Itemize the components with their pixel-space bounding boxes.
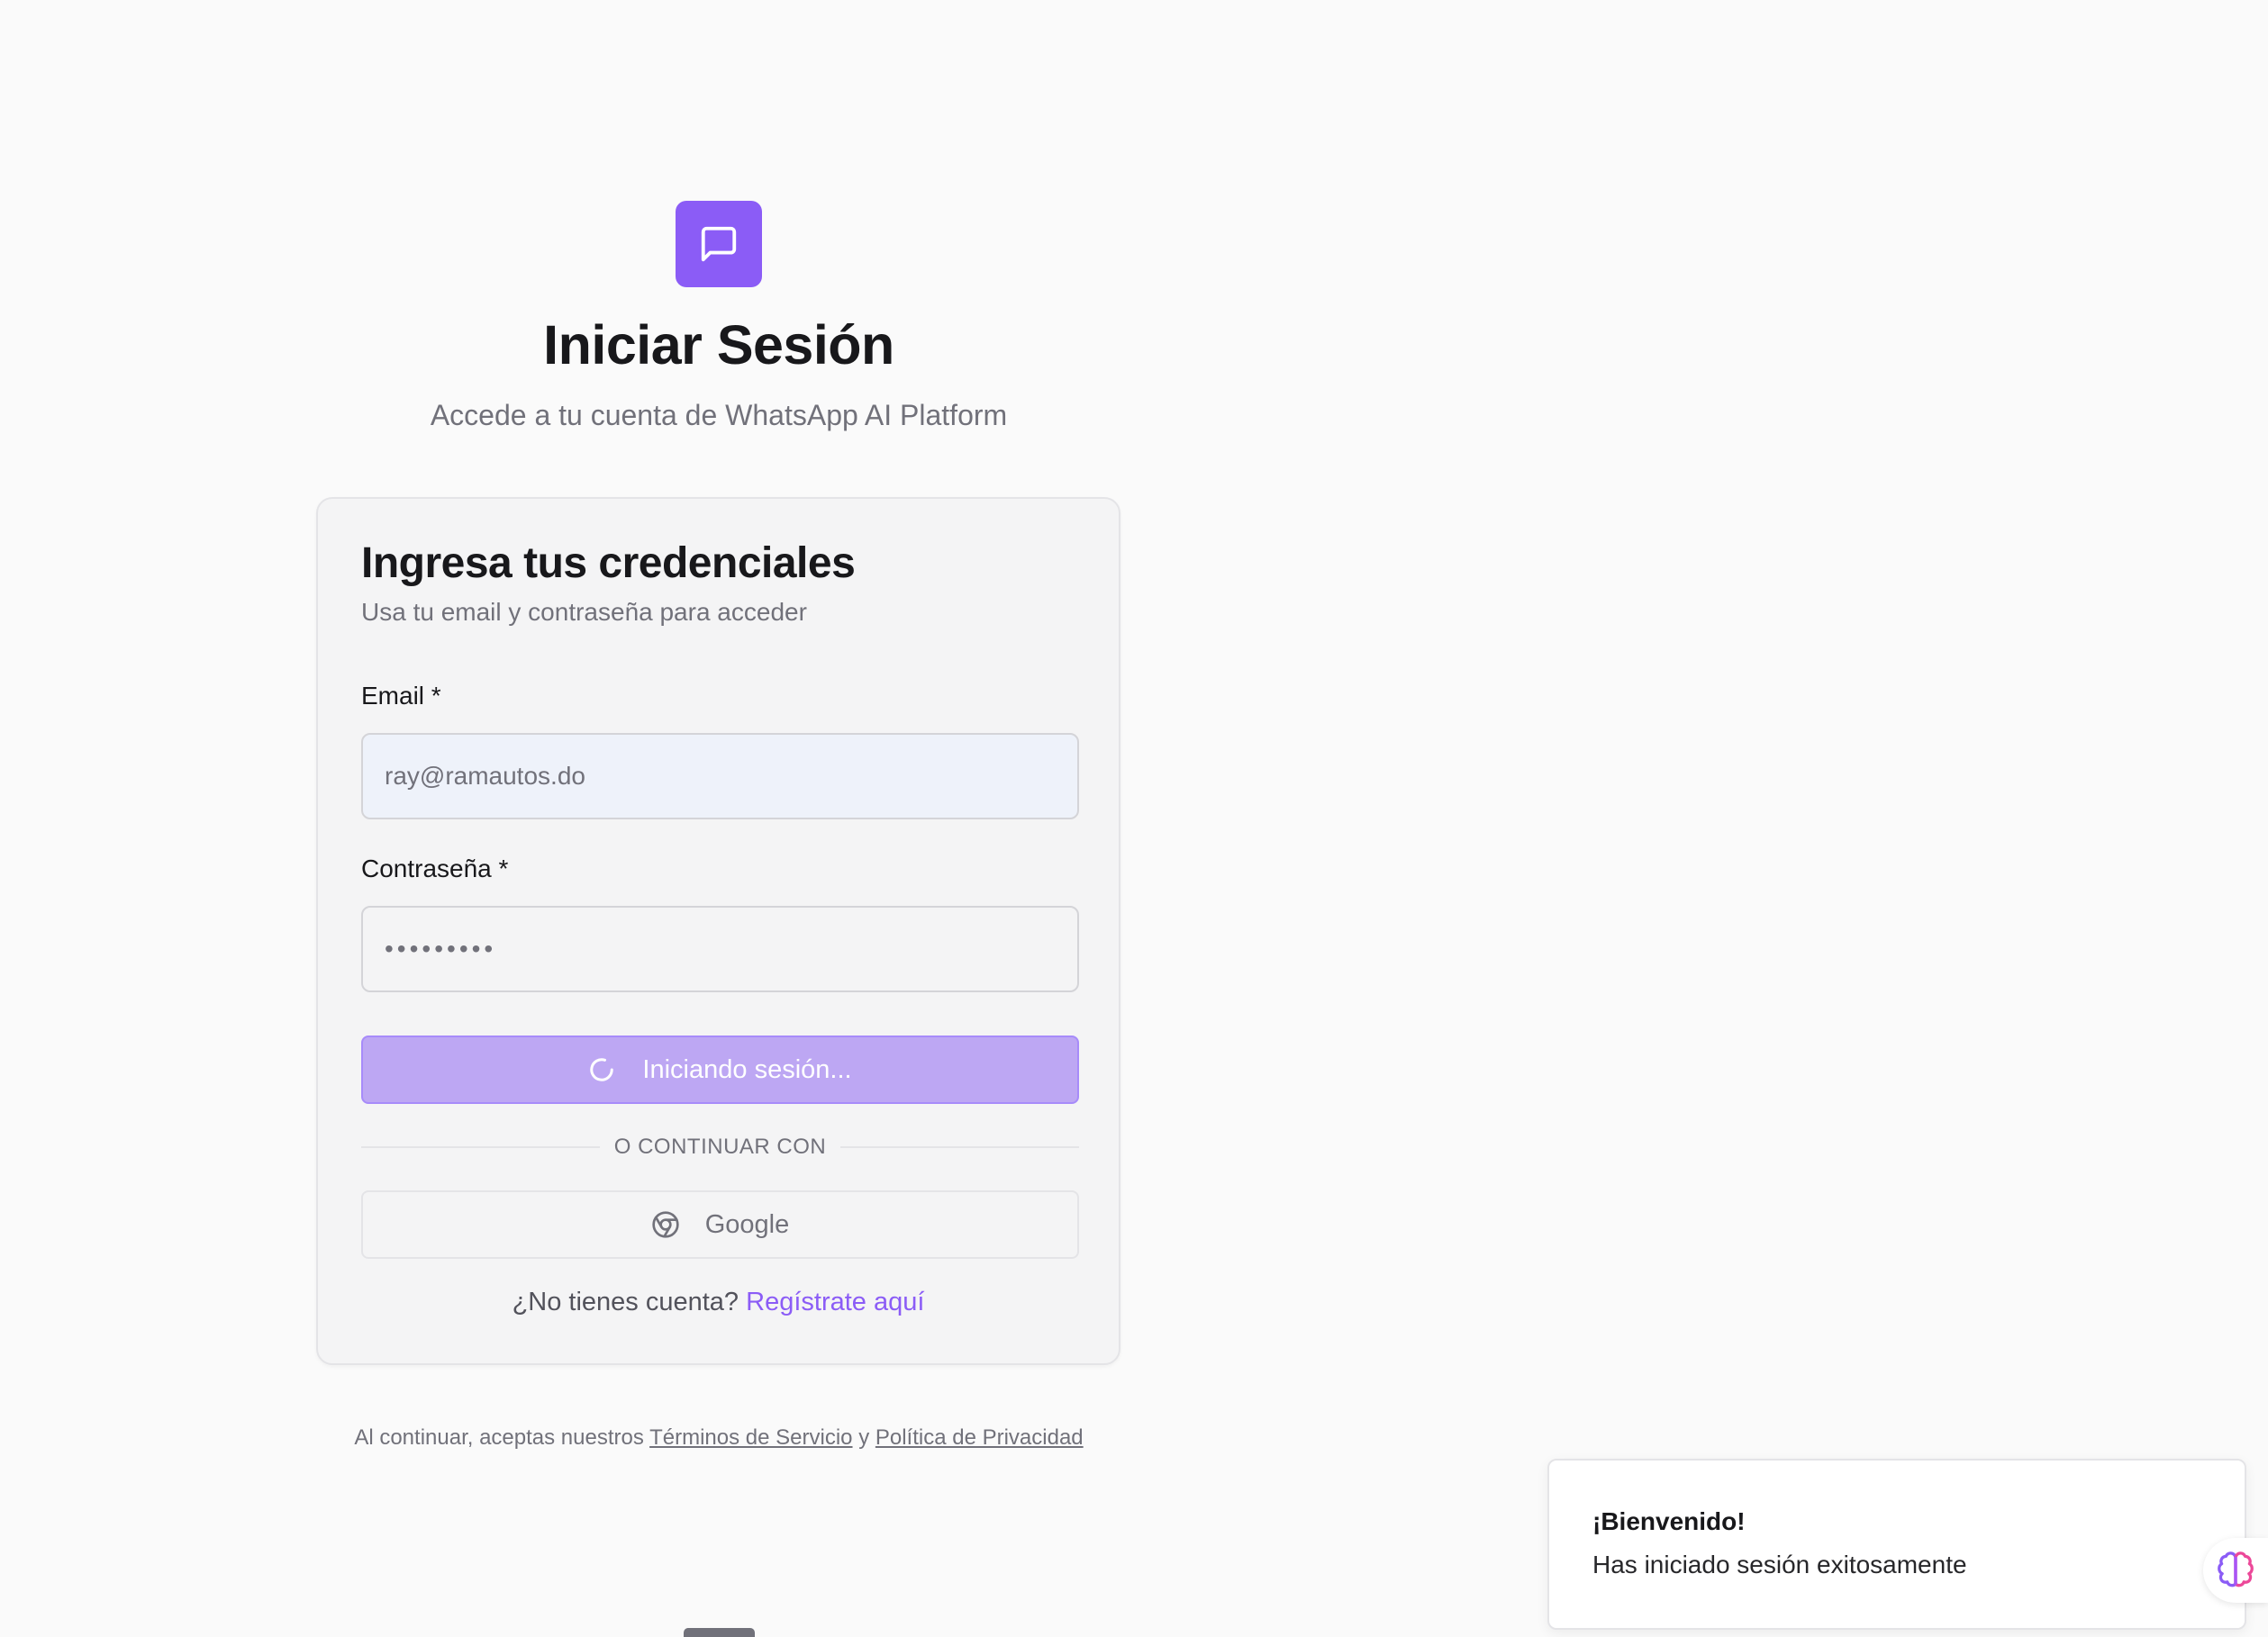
page-title: Iniciar Sesión <box>543 314 894 375</box>
signup-prompt: ¿No tienes cuenta? <box>512 1288 739 1316</box>
terms-link[interactable]: Términos de Servicio <box>649 1425 852 1450</box>
google-login-button[interactable]: Google <box>361 1190 1079 1259</box>
divider: O CONTINUAR CON <box>361 1129 1079 1165</box>
success-toast[interactable]: ¡Bienvenido! Has iniciado sesión exitosa… <box>1547 1459 2246 1630</box>
card-subtitle: Usa tu email y contraseña para acceder <box>361 598 807 626</box>
google-login-label: Google <box>704 1209 790 1239</box>
legal-prefix: Al continuar, aceptas nuestros <box>354 1425 644 1450</box>
divider-line-left <box>361 1146 600 1148</box>
legal-connector: y <box>858 1425 870 1450</box>
password-label: Contraseña * <box>361 855 509 882</box>
signup-link[interactable]: Regístrate aquí <box>746 1288 924 1316</box>
privacy-link[interactable]: Política de Privacidad <box>875 1425 1084 1450</box>
card-title: Ingresa tus credenciales <box>361 539 856 587</box>
login-submit-button[interactable]: Iniciando sesión... <box>361 1036 1079 1104</box>
email-field[interactable] <box>361 733 1079 819</box>
email-label: Email * <box>361 682 441 710</box>
chrome-icon <box>652 1211 679 1238</box>
legal-notice: Al continuar, aceptas nuestros Términos … <box>0 1425 1438 1451</box>
login-submit-label: Iniciando sesión... <box>642 1054 852 1084</box>
password-field[interactable] <box>361 906 1079 992</box>
assistant-launcher-button[interactable] <box>2203 1538 2268 1603</box>
login-card: Ingresa tus credenciales Usa tu email y … <box>316 497 1120 1365</box>
page-subtitle: Accede a tu cuenta de WhatsApp AI Platfo… <box>430 399 1008 431</box>
toast-message: Has iniciado sesión exitosamente <box>1592 1551 1967 1578</box>
signup-prompt-row: ¿No tienes cuenta? Regístrate aquí <box>318 1288 1119 1317</box>
app-logo <box>676 201 762 287</box>
toast-title: ¡Bienvenido! <box>1592 1507 1746 1535</box>
divider-line-right <box>840 1146 1079 1148</box>
loader-spinner-icon <box>590 1058 614 1081</box>
brain-icon <box>2218 1551 2254 1587</box>
bottom-handle <box>684 1628 755 1637</box>
divider-text: O CONTINUAR CON <box>613 1135 827 1159</box>
message-square-icon <box>701 226 737 262</box>
